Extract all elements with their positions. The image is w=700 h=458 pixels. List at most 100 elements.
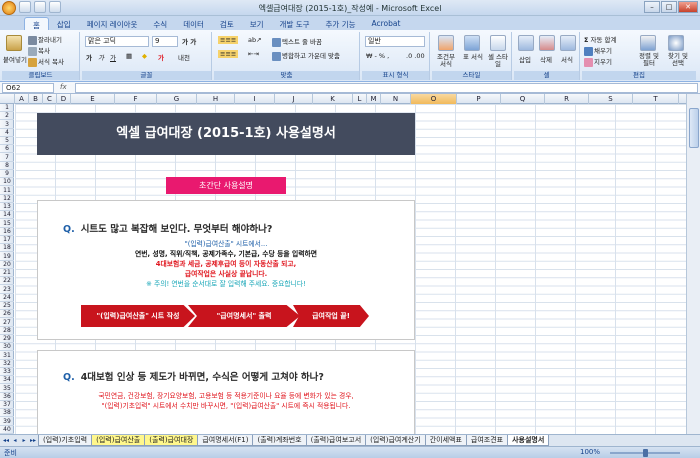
close-button[interactable]: ✕ xyxy=(678,1,698,13)
row-header[interactable]: 6 xyxy=(0,145,14,154)
row-header[interactable]: 15 xyxy=(0,220,14,228)
column-header[interactable]: H xyxy=(197,94,235,104)
row-header[interactable]: 10 xyxy=(0,178,14,187)
row-header[interactable]: 7 xyxy=(0,154,14,162)
fx-icon[interactable]: fx xyxy=(60,83,67,91)
column-header[interactable]: S xyxy=(589,94,633,104)
row-header[interactable]: 11 xyxy=(0,187,14,195)
column-header[interactable]: I xyxy=(235,94,275,104)
row-header[interactable]: 25 xyxy=(0,302,14,310)
tab-data[interactable]: 데이터 xyxy=(175,17,212,30)
row-header[interactable]: 22 xyxy=(0,277,14,286)
scroll-thumb[interactable] xyxy=(689,108,699,148)
row-header[interactable]: 19 xyxy=(0,253,14,261)
row-header[interactable]: 9 xyxy=(0,170,14,178)
row-header[interactable]: 39 xyxy=(0,418,14,426)
row-header[interactable]: 17 xyxy=(0,236,14,244)
sheet-tab[interactable]: 급여조견표 xyxy=(465,435,509,446)
underline-icon[interactable]: 가 xyxy=(110,52,116,62)
tab-home[interactable]: 홈 xyxy=(24,17,49,30)
row-header[interactable]: 31 xyxy=(0,352,14,360)
sheet-tab[interactable]: (출력)급여보고서 xyxy=(305,435,367,446)
row-header[interactable]: 24 xyxy=(0,294,14,302)
format-painter-button[interactable]: 서식 복사 xyxy=(28,56,64,67)
cell-style-button[interactable]: 셀 스타일 xyxy=(486,54,510,68)
select-all-corner[interactable] xyxy=(0,94,15,104)
find-select-button[interactable]: 찾기 및 선택 xyxy=(664,53,692,67)
table-format-icon[interactable] xyxy=(464,35,480,51)
sort-filter-icon[interactable] xyxy=(640,35,656,51)
autosum-button[interactable]: Σ 자동 합계 xyxy=(584,34,617,44)
cell-style-icon[interactable] xyxy=(490,35,506,51)
row-header[interactable]: 23 xyxy=(0,286,14,294)
cut-button[interactable]: 잘라내기 xyxy=(28,34,62,45)
column-header[interactable]: B xyxy=(29,94,43,104)
column-header[interactable]: K xyxy=(313,94,353,104)
insert-cells-icon[interactable] xyxy=(518,35,534,51)
sheet-tab[interactable]: (출력)급여대장 xyxy=(144,435,199,446)
row-header[interactable]: 4 xyxy=(0,129,14,137)
column-header[interactable]: P xyxy=(457,94,501,104)
binoculars-icon[interactable] xyxy=(668,35,684,51)
column-header[interactable]: N xyxy=(381,94,411,104)
row-header[interactable]: 20 xyxy=(0,261,14,269)
column-header[interactable]: R xyxy=(545,94,589,104)
format-cells-icon[interactable] xyxy=(560,35,576,51)
row-header[interactable]: 1 xyxy=(0,104,14,112)
column-header[interactable]: L xyxy=(353,94,367,104)
table-format-button[interactable]: 표 서식 xyxy=(462,54,484,61)
row-header[interactable]: 3 xyxy=(0,121,14,129)
tab-add-ins[interactable]: 추가 기능 xyxy=(318,17,364,30)
next-sheet-icon[interactable]: ▸ xyxy=(20,436,28,445)
paste-button[interactable]: 붙여넣기 xyxy=(3,54,27,64)
column-header[interactable]: O xyxy=(411,94,457,104)
align-top-icon[interactable]: ≡≡≡ xyxy=(218,36,239,44)
bold-icon[interactable]: 가 xyxy=(86,52,92,62)
number-format-select[interactable]: 일반 xyxy=(365,36,425,47)
phonetic-icon[interactable]: 내천 xyxy=(178,52,190,62)
tab-acrobat[interactable]: Acrobat xyxy=(364,17,409,30)
row-header[interactable]: 2 xyxy=(0,112,14,121)
sheet-tab[interactable]: 간이세액표 xyxy=(424,435,467,446)
column-header[interactable]: D xyxy=(57,94,71,104)
first-sheet-icon[interactable]: ◂◂ xyxy=(2,436,10,445)
font-color-icon[interactable]: 가 xyxy=(158,52,164,62)
delete-cells-icon[interactable] xyxy=(539,35,555,51)
tab-formulas[interactable]: 수식 xyxy=(145,17,175,30)
column-header[interactable]: T xyxy=(633,94,679,104)
column-header[interactable]: Q xyxy=(501,94,545,104)
zoom-level[interactable]: 100% xyxy=(580,448,600,456)
paste-icon[interactable] xyxy=(6,35,22,51)
row-header[interactable]: 40 xyxy=(0,426,14,434)
decimal-icon[interactable]: .0 .00 xyxy=(406,52,425,60)
sheet-tab[interactable]: (입력)급여계산기 xyxy=(365,435,426,446)
column-header[interactable]: F xyxy=(115,94,157,104)
row-header[interactable]: 37 xyxy=(0,401,14,409)
copy-button[interactable]: 복사 xyxy=(28,45,50,56)
row-header[interactable]: 18 xyxy=(0,244,14,253)
conditional-format-icon[interactable] xyxy=(438,35,454,51)
row-header[interactable]: 36 xyxy=(0,393,14,401)
column-header[interactable]: A xyxy=(15,94,29,104)
currency-icon[interactable]: ₩ - % , xyxy=(366,52,389,60)
indent-icon[interactable]: ⇤⇥ xyxy=(248,50,259,58)
column-header[interactable]: C xyxy=(43,94,57,104)
row-header[interactable]: 32 xyxy=(0,360,14,368)
sort-filter-button[interactable]: 정렬 및 필터 xyxy=(636,53,662,67)
row-header[interactable]: 35 xyxy=(0,385,14,393)
row-header[interactable]: 12 xyxy=(0,195,14,203)
sheet-tab[interactable]: (출력)계좌번호 xyxy=(252,435,307,446)
fill-button[interactable]: 채우기 xyxy=(584,45,612,56)
row-header[interactable]: 8 xyxy=(0,162,14,170)
delete-button[interactable]: 삭제 xyxy=(540,54,552,64)
grow-font-icon[interactable]: 가 가 xyxy=(182,36,196,46)
row-header[interactable]: 5 xyxy=(0,137,14,145)
sheet-tab[interactable]: (입력)급여산출 xyxy=(91,435,146,446)
font-size-select[interactable]: 9 xyxy=(152,36,178,47)
tab-insert[interactable]: 삽입 xyxy=(49,17,79,30)
format-button[interactable]: 서식 xyxy=(561,54,573,64)
sheet-tab[interactable]: 사용설명서 xyxy=(507,435,550,446)
border-icon[interactable]: ▦ xyxy=(126,52,132,60)
row-header[interactable]: 27 xyxy=(0,319,14,327)
prev-sheet-icon[interactable]: ◂ xyxy=(11,436,19,445)
